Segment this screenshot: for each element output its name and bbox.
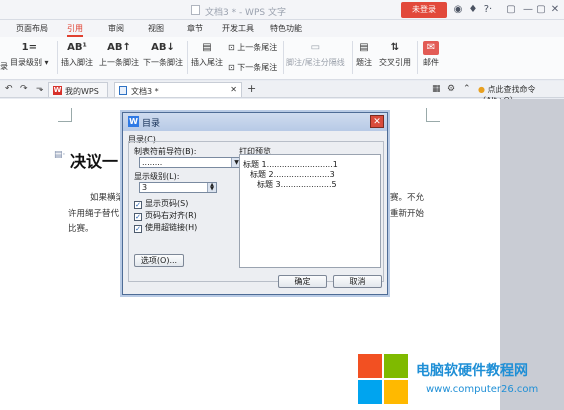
divider [417,41,418,74]
tab-leader-label: 制表符前导符(B): [134,147,197,156]
maximize-icon[interactable]: ▢ [534,3,548,16]
shirt-skin-icon[interactable]: ♦ [467,4,479,16]
toc-button[interactable]: 录 [0,61,8,72]
title-bar: 文档3 * - WPS 文字 未登录 ◉ ♦ ?· ▢ — ▢ ✕ [0,0,564,20]
paragraph-line: 赛。不允 [390,193,425,203]
tab-chapter[interactable]: 章节 [187,23,203,34]
insert-endnote-button[interactable]: ▤ 插入尾注 [191,41,223,68]
redo-icon[interactable]: ↷ [20,84,28,94]
toc-level-button[interactable]: 1= 目录级别 ▾ [10,41,49,68]
document-tab-bar: ↶ ↷ ⬎ W 我的WPS 文档3 * ✕ + ▦ ⚙ ⌃ ● 点此查找命令（A… [0,81,564,105]
show-levels-stepper[interactable]: 3 ▲ ▼ [139,182,217,193]
tab-leader-select[interactable]: ........ ▼ [139,157,242,168]
toc-level-icon: 1= [21,42,37,53]
document-heading[interactable]: 决议一 [70,148,118,172]
doc-list-icon[interactable]: ▦ [432,84,441,94]
quick-access-menu-icon[interactable]: ⬎ [36,84,44,94]
document-icon [191,5,200,15]
mail-button[interactable]: ✉ 邮件 [423,41,439,68]
wps-writer-icon: W [128,116,139,127]
minimize-icon[interactable]: — [521,3,535,16]
paragraph-line: 重新开始 [390,209,425,219]
margin-corner-mark [426,108,440,122]
document-icon [119,86,127,95]
dialog-title: 目录 [142,119,161,129]
next-footnote-button[interactable]: AB↓ 下一条脚注 [143,41,183,68]
cross-reference-button[interactable]: ⇅ 交叉引用 [379,41,411,68]
preview-heading-3: 标题 3....................5 [257,180,337,189]
checkmark-icon: ✓ [134,213,142,221]
divider [57,41,58,74]
user-status-icon[interactable]: ◉ [452,4,464,16]
wps-logo-icon: W [53,86,62,95]
expand-icon[interactable]: ⌃ [463,84,471,94]
next-endnote-icon: ⊡ [228,63,238,72]
new-tab-button[interactable]: + [247,82,256,95]
cancel-button[interactable]: 取消 [333,275,382,288]
tab-my-wps[interactable]: W 我的WPS [48,82,108,97]
endnote-icon: ▤ [202,42,212,53]
right-align-page-numbers-checkbox[interactable]: ✓ 页码右对齐(R) [134,210,197,221]
checkmark-icon: ✓ [134,201,142,209]
cross-reference-icon: ⇅ [390,42,400,53]
footnote-ab-icon: AB¹ [67,42,87,53]
watermark-url: www.computer26.com [426,384,539,395]
tab-view[interactable]: 视图 [148,23,164,34]
restore-icon[interactable]: ▢ [504,3,518,16]
paragraph-line: 比赛。 [68,224,94,234]
windows-logo-icon [358,354,410,406]
show-page-numbers-checkbox[interactable]: ✓ 显示页码(S) [134,198,188,209]
paragraph-line: 许用绳子替代 [68,209,120,219]
footnote-separator-button[interactable]: ▭ 脚注/尾注分隔线 [286,41,345,68]
tab-features[interactable]: 特色功能 [270,23,302,34]
dialog-title-bar[interactable]: W 目录 ✕ [123,113,387,131]
divider [352,41,353,74]
caption-icon: ▤ [359,42,369,53]
caption-button[interactable]: ▤ 题注 [356,41,372,68]
help-icon[interactable]: ?· [482,4,494,16]
stepper-arrows-icon[interactable]: ▲ ▼ [207,183,216,192]
window-title: 文档3 * - WPS 文字 [205,8,286,18]
print-preview-box: 标题 1..........................1 标题 2....… [239,154,381,268]
close-tab-icon[interactable]: ✕ [230,85,237,94]
paragraph-line: 如果横梁 [90,193,125,203]
tab-page-layout[interactable]: 页面布局 [16,23,48,34]
prev-footnote-button[interactable]: AB↑ 上一条脚注 [99,41,139,68]
close-icon[interactable]: ✕ [548,3,562,16]
prev-endnote-icon: ⊡ [228,43,238,52]
insert-footnote-button[interactable]: AB¹ 插入脚注 [61,41,93,68]
paragraph-handle-icon[interactable]: ▤· [54,150,65,160]
checkmark-icon: ✓ [134,225,142,233]
login-button[interactable]: 未登录 [401,2,447,18]
watermark-title: 电脑软硬件教程网 [416,363,528,379]
divider [283,41,284,74]
divider [187,41,188,74]
show-levels-label: 显示级别(L): [134,172,180,181]
undo-icon[interactable]: ↶ [5,84,13,94]
options-button[interactable]: 选项(O)... [134,254,184,267]
ribbon-tab-bar: 页面布局 引用 审阅 视图 章节 开发工具 特色功能 [0,20,564,37]
dialog-close-button[interactable]: ✕ [370,115,384,128]
tab-document-3[interactable]: 文档3 * ✕ [114,82,242,97]
use-hyperlinks-checkbox[interactable]: ✓ 使用超链接(H) [134,222,197,233]
margin-corner-mark [58,108,72,122]
tab-references[interactable]: 引用 [67,23,83,37]
mail-icon: ✉ [423,41,439,55]
prev-endnote-button[interactable]: ⊡ 上一条尾注 [228,42,277,53]
toc-dialog: W 目录 ✕ 目录(C) 制表符前导符(B): 打印预览 ........ ▼ … [122,112,388,295]
lightbulb-icon: ● [478,85,485,94]
tab-developer[interactable]: 开发工具 [222,23,254,34]
separator-icon: ▭ [310,42,321,53]
next-endnote-button[interactable]: ⊡ 下一条尾注 [228,62,277,73]
ok-button[interactable]: 确定 [278,275,327,288]
tab-review[interactable]: 审阅 [108,23,124,34]
next-footnote-icon: AB↓ [151,42,175,53]
settings-icon[interactable]: ⚙ [447,84,455,94]
prev-footnote-icon: AB↑ [107,42,131,53]
